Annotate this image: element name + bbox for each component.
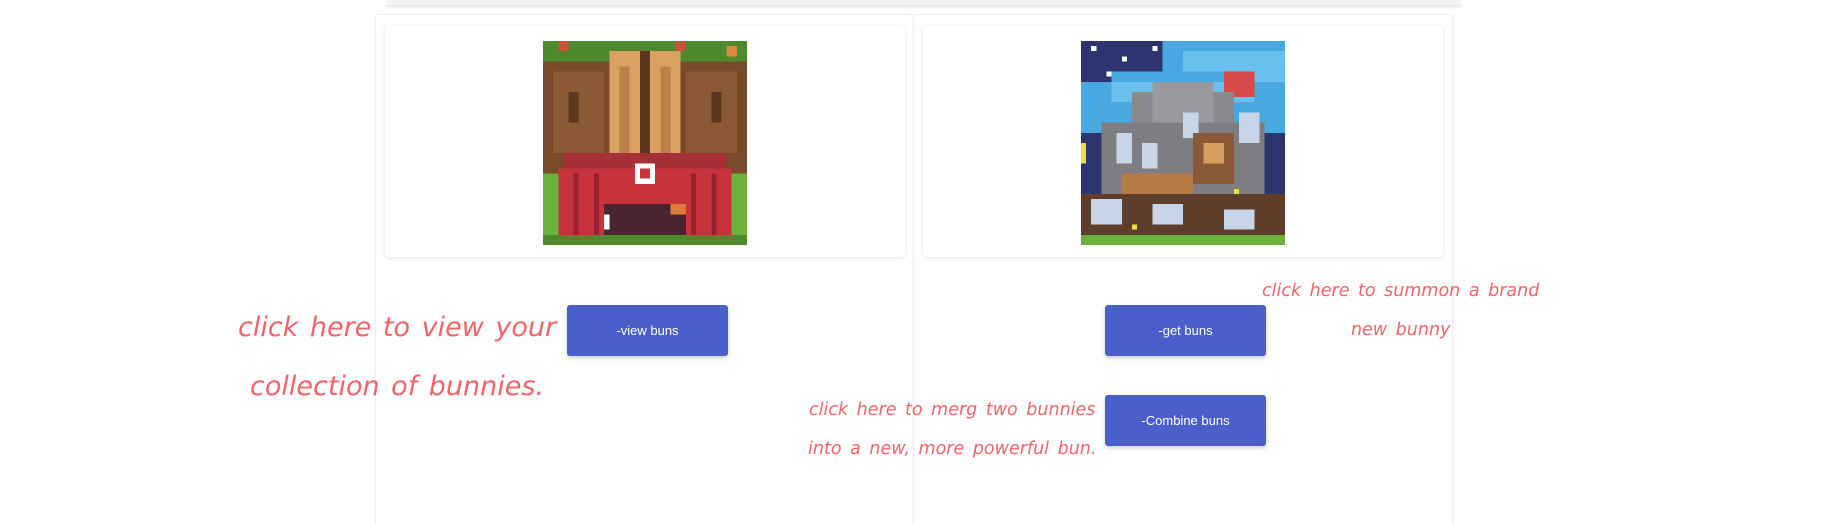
get-buns-hint: click here to summon a brand new bunny (1262, 272, 1539, 350)
get-buns-button[interactable]: -get buns (1105, 305, 1266, 356)
view-buns-hint: click here to view your collection of bu… (238, 298, 556, 416)
barn-pixel-art (543, 41, 747, 245)
combine-buns-hint-line-2: into a new, more powerful bun. (808, 439, 1097, 459)
barn-image (542, 41, 748, 245)
top-panel-edge (386, 0, 1461, 5)
combine-buns-hint: click here to merg two bunnies into a ne… (808, 391, 1096, 469)
view-buns-button[interactable]: -view buns (567, 305, 728, 356)
combine-buns-hint-line-1: click here to merg two bunnies (809, 400, 1096, 420)
view-buns-hint-line-1: click here to view your (238, 312, 557, 343)
mountain-image-card (923, 25, 1443, 257)
get-buns-hint-line-2: new bunny (1350, 320, 1451, 340)
get-buns-hint-line-1: click here to summon a brand (1262, 281, 1540, 301)
mountain-image (1080, 41, 1286, 245)
view-buns-hint-line-2: collection of bunnies. (250, 371, 545, 402)
combine-buns-button[interactable]: -Combine buns (1105, 395, 1266, 446)
mountain-pixel-art (1081, 41, 1285, 245)
barn-image-card (385, 25, 905, 257)
